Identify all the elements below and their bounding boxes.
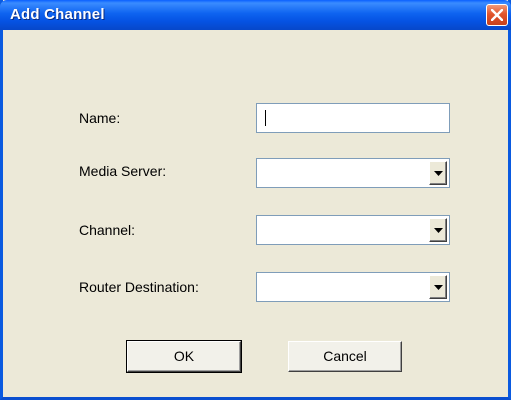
close-button[interactable]: [486, 4, 508, 26]
title-bar[interactable]: Add Channel: [0, 0, 511, 30]
router-destination-label: Router Destination:: [79, 279, 199, 295]
chevron-down-icon: [434, 285, 443, 290]
channel-dropdown[interactable]: [256, 215, 450, 245]
add-channel-dialog: Add Channel Name: Media Server: Channel:: [0, 0, 511, 400]
router-destination-dropdown[interactable]: [256, 272, 450, 302]
close-icon: [491, 9, 503, 21]
chevron-down-icon: [434, 228, 443, 233]
chevron-down-icon: [434, 171, 443, 176]
channel-dropdown-button[interactable]: [429, 218, 447, 242]
ok-button[interactable]: OK: [126, 340, 242, 373]
media-server-label: Media Server:: [79, 163, 167, 179]
media-server-dropdown-button[interactable]: [429, 161, 447, 185]
name-input[interactable]: [256, 103, 450, 133]
text-caret: [265, 110, 266, 126]
cancel-button[interactable]: Cancel: [288, 341, 402, 372]
dialog-title: Add Channel: [10, 6, 105, 23]
name-label: Name:: [79, 110, 121, 126]
router-destination-dropdown-button[interactable]: [429, 275, 447, 299]
media-server-dropdown[interactable]: [256, 158, 450, 188]
channel-label: Channel:: [79, 222, 136, 238]
